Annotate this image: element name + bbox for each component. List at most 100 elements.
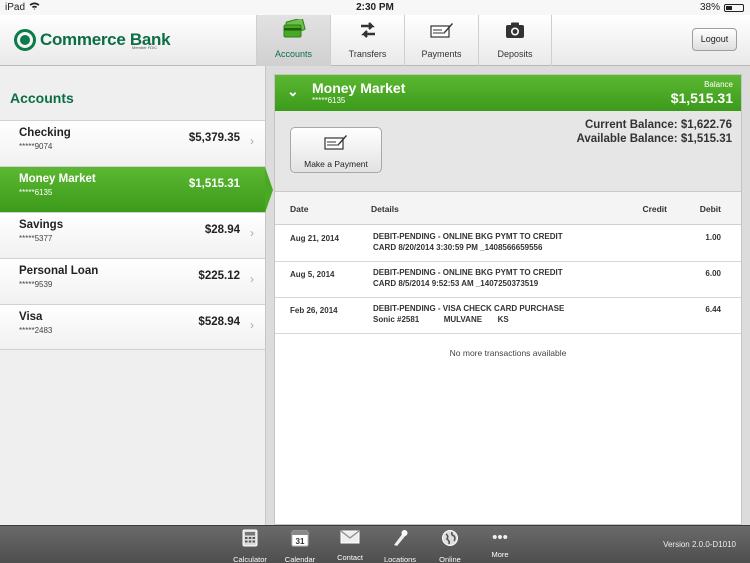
transaction-details-line: CARD 8/20/2014 3:30:59 PM _1408566659556 bbox=[373, 243, 543, 252]
toolbar-tools: Calculator 31 Calendar Contact Locations… bbox=[225, 528, 525, 563]
chevron-right-icon: › bbox=[250, 272, 254, 286]
tool-contact[interactable]: Contact bbox=[325, 528, 375, 562]
transfer-arrows-icon bbox=[359, 21, 377, 43]
account-summary: Make a Payment Current Balance: $1,622.7… bbox=[275, 111, 741, 192]
tab-accounts[interactable]: Accounts bbox=[256, 15, 330, 66]
account-detail-title: Money Market bbox=[312, 80, 406, 96]
status-time: 2:30 PM bbox=[356, 2, 394, 13]
tool-contact-label: Contact bbox=[337, 553, 363, 562]
tool-online-banking-label: Online Banking bbox=[439, 555, 461, 563]
make-payment-button[interactable]: Make a Payment bbox=[290, 127, 382, 173]
transaction-details-line: DEBIT-PENDING - ONLINE BKG PYMT TO CREDI… bbox=[373, 232, 563, 241]
tab-deposits[interactable]: Deposits bbox=[478, 15, 552, 66]
transaction-details-line: CARD 8/5/2014 9:52:53 AM _1407250373519 bbox=[373, 279, 539, 288]
account-detail-number: *****6135 bbox=[312, 96, 346, 105]
transaction-row[interactable]: Feb 26, 2014 DEBIT-PENDING - VISA CHECK … bbox=[275, 298, 741, 334]
no-more-transactions: No more transactions available bbox=[449, 348, 567, 358]
accounts-sidebar: Accounts Checking *****9074 $5,379.35 › … bbox=[0, 66, 273, 525]
logo-mark-icon bbox=[14, 29, 36, 51]
account-amount: $5,379.35 bbox=[188, 132, 240, 144]
account-name: Savings bbox=[19, 219, 64, 231]
account-item-money-market[interactable]: Money Market *****6135 $1,515.31 bbox=[0, 166, 273, 213]
account-name: Checking bbox=[19, 127, 71, 139]
account-number: *****6135 bbox=[19, 188, 53, 197]
calendar-badge: 31 bbox=[296, 537, 305, 546]
tool-calendar[interactable]: 31 Calendar bbox=[275, 528, 325, 563]
pin-icon bbox=[375, 529, 425, 552]
available-balance: Available Balance: $1,515.31 bbox=[576, 133, 732, 145]
camera-icon bbox=[505, 21, 525, 43]
column-debit: Debit bbox=[699, 204, 721, 214]
chevron-right-icon: › bbox=[250, 134, 254, 148]
tool-more-label: More bbox=[491, 550, 509, 559]
tool-calendar-label: Calendar bbox=[284, 555, 316, 563]
account-name: Visa bbox=[19, 311, 43, 323]
check-sign-icon bbox=[291, 133, 381, 156]
account-item-savings[interactable]: Savings *****5377 $28.94 › bbox=[0, 212, 265, 258]
account-list: Checking *****9074 $5,379.35 › Money Mar… bbox=[0, 120, 273, 350]
current-balance: Current Balance: $1,622.76 bbox=[584, 119, 732, 131]
tool-locations[interactable]: Locations bbox=[375, 528, 425, 563]
tool-calculator-label: Calculator bbox=[233, 555, 267, 563]
globe-icon bbox=[425, 529, 475, 552]
transactions-header: Date Details Credit Debit bbox=[275, 192, 741, 225]
account-amount: $28.94 bbox=[204, 224, 240, 236]
tool-more[interactable]: ••• More bbox=[475, 528, 525, 562]
account-number: *****5377 bbox=[19, 234, 53, 243]
calendar-icon: 31 bbox=[275, 529, 325, 552]
tab-transfers-label: Transfers bbox=[348, 49, 387, 59]
transaction-row[interactable]: Aug 21, 2014 DEBIT-PENDING - ONLINE BKG … bbox=[275, 226, 741, 262]
main-nav: Accounts Transfers Payments Deposits bbox=[256, 15, 552, 66]
battery-percent: 38% bbox=[699, 2, 720, 13]
transaction-date: Aug 21, 2014 bbox=[290, 234, 339, 243]
battery-icon bbox=[724, 3, 744, 12]
transaction-details-line: DEBIT-PENDING - ONLINE BKG PYMT TO CREDI… bbox=[373, 268, 563, 277]
tab-payments[interactable]: Payments bbox=[404, 15, 478, 66]
balance-value: $1,515.31 bbox=[670, 90, 733, 106]
make-payment-label: Make a Payment bbox=[304, 159, 368, 169]
chevron-right-icon: › bbox=[250, 318, 254, 332]
calculator-icon bbox=[225, 529, 275, 552]
tool-calculator[interactable]: Calculator bbox=[225, 528, 275, 563]
envelope-icon bbox=[325, 529, 375, 550]
transaction-details: DEBIT-PENDING - VISA CHECK CARD PURCHASE… bbox=[373, 303, 638, 325]
transaction-debit: 1.00 bbox=[705, 233, 721, 242]
account-number: *****2483 bbox=[19, 326, 53, 335]
column-date: Date bbox=[290, 204, 309, 214]
check-sign-icon bbox=[429, 21, 454, 43]
tab-transfers[interactable]: Transfers bbox=[330, 15, 404, 66]
bottom-toolbar: Calculator 31 Calendar Contact Locations… bbox=[0, 525, 750, 563]
transaction-date: Aug 5, 2014 bbox=[290, 270, 335, 279]
account-detail-header[interactable]: ⌄ Money Market *****6135 Balance $1,515.… bbox=[275, 75, 741, 111]
chevron-down-icon[interactable]: ⌄ bbox=[287, 83, 299, 100]
sidebar-title: Accounts bbox=[10, 90, 74, 106]
account-name: Personal Loan bbox=[19, 265, 99, 277]
transaction-details: DEBIT-PENDING - ONLINE BKG PYMT TO CREDI… bbox=[373, 231, 638, 253]
status-bar: iPad 2:30 PM 38% bbox=[0, 0, 750, 15]
chevron-right-icon: › bbox=[250, 226, 254, 240]
transaction-date: Feb 26, 2014 bbox=[290, 306, 338, 315]
tab-deposits-label: Deposits bbox=[497, 49, 533, 59]
logout-button[interactable]: Logout bbox=[692, 28, 737, 51]
account-number: *****9074 bbox=[19, 142, 53, 151]
more-dots-icon: ••• bbox=[492, 529, 508, 546]
column-credit: Credit bbox=[642, 204, 667, 214]
account-item-visa[interactable]: Visa *****2483 $528.94 › bbox=[0, 304, 265, 350]
tool-online-banking[interactable]: Online Banking bbox=[425, 528, 475, 563]
logo-subtext: Member FDIC bbox=[132, 45, 158, 50]
transaction-details-line: DEBIT-PENDING - VISA CHECK CARD PURCHASE bbox=[373, 304, 565, 313]
column-details: Details bbox=[371, 204, 399, 214]
app-header: Commerce Bank Member FDIC Accounts Trans… bbox=[0, 15, 750, 66]
tab-accounts-label: Accounts bbox=[274, 49, 313, 59]
transaction-details: DEBIT-PENDING - ONLINE BKG PYMT TO CREDI… bbox=[373, 267, 638, 289]
account-item-personal-loan[interactable]: Personal Loan *****9539 $225.12 › bbox=[0, 258, 265, 304]
account-detail-panel: ⌄ Money Market *****6135 Balance $1,515.… bbox=[274, 74, 742, 525]
account-amount: $528.94 bbox=[198, 316, 240, 328]
balance-label: Balance bbox=[704, 80, 733, 89]
account-amount: $1,515.31 bbox=[188, 178, 240, 190]
account-item-checking[interactable]: Checking *****9074 $5,379.35 › bbox=[0, 120, 265, 166]
transaction-debit: 6.44 bbox=[705, 305, 721, 314]
transaction-details-line: Sonic #2581 MULVANE KS bbox=[373, 315, 509, 324]
tool-locations-label: Locations bbox=[383, 555, 417, 563]
transaction-row[interactable]: Aug 5, 2014 DEBIT-PENDING - ONLINE BKG P… bbox=[275, 262, 741, 298]
